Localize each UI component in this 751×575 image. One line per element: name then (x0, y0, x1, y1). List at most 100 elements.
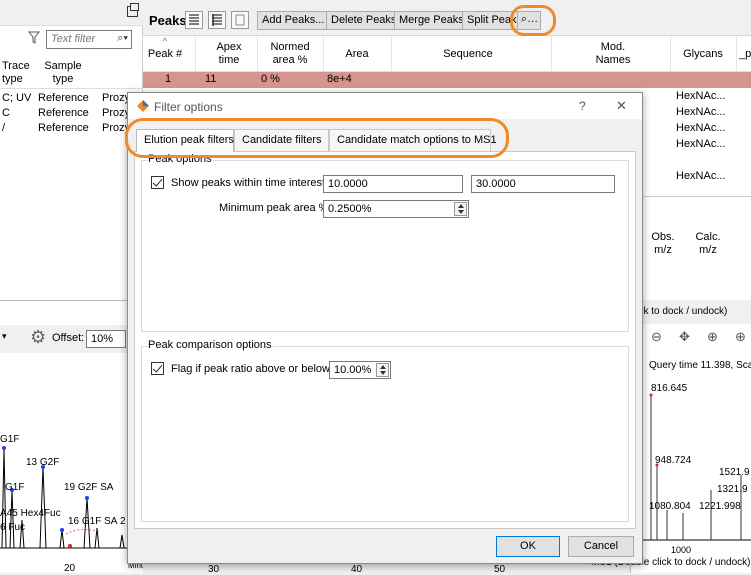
chart-toolbar: ▾ ⚙ Offset: 10% (0, 325, 143, 353)
spectrum-peak-label: 1080.804 (649, 501, 691, 512)
col-apex-time[interactable]: Apex time (205, 41, 253, 67)
col-trace-type[interactable]: Trace type (2, 60, 30, 86)
pan-icon[interactable]: ✥ (679, 329, 690, 345)
col-calc-mz[interactable]: Calc. m/z (688, 231, 728, 257)
axis-tick: 20 (64, 563, 76, 573)
flag-ratio-spinbox[interactable]: 10.00% (329, 361, 391, 379)
spin-arrows-icon[interactable] (376, 363, 389, 377)
trace-panel-bar (0, 0, 143, 26)
add-peaks-button[interactable]: Add Peaks... (257, 11, 330, 30)
peak-annotation: 2 (120, 516, 126, 527)
spectrum-plot: 816.645 948.724 1521.9 1321.9 1080.804 1… (631, 383, 751, 555)
export-icon[interactable] (231, 11, 249, 29)
peaks-toolbar: Peaks Add Peaks... Delete Peaks Merge Pe… (143, 0, 751, 36)
peak-annotation: A45 Hex4Fuc (0, 508, 61, 519)
flag-ratio-value: 10.00% (334, 364, 372, 376)
axis-tick: 40 (351, 564, 363, 575)
glycan-cell: HexNAc... (676, 90, 726, 102)
dialog-title: Filter options (154, 100, 223, 114)
time-from-input[interactable]: 10.0000 (323, 175, 463, 193)
text-filter-placeholder: Text filter (51, 33, 96, 45)
axis-tick: 50 (494, 564, 506, 575)
trace-panel: Text filter ⌕▾ Trace type Sample type C;… (0, 0, 143, 300)
search-icon[interactable]: ⌕▾ (117, 32, 128, 45)
highlight-filter-button (510, 5, 556, 36)
funnel-icon[interactable] (28, 31, 40, 45)
col-sample-type[interactable]: Sample type (38, 60, 88, 86)
highlight-tabs (125, 118, 509, 158)
flag-ratio-label: Flag if peak ratio above or below: (171, 363, 334, 375)
trace-row-2-extra: Prozy (102, 107, 131, 119)
spectrum-peak-label: 1521.9 (719, 467, 750, 478)
peaks-title: Peaks (149, 13, 187, 28)
cancel-button[interactable]: Cancel (568, 536, 634, 557)
show-peaks-checkbox[interactable] (151, 176, 164, 189)
peak-row-1-peak: 1 (165, 73, 172, 85)
dropdown-arrow-icon[interactable]: ▾ (2, 331, 7, 342)
peak-comparison-title: Peak comparison options (147, 339, 273, 351)
col-glycans[interactable]: Glycans (673, 48, 733, 61)
col-peak-num[interactable]: Peak # (143, 48, 187, 61)
delete-peaks-button[interactable]: Delete Peaks (326, 11, 402, 30)
peak-row-1-area: 8e+4 (327, 73, 352, 85)
dialog-titlebar[interactable]: Filter options ? ✕ (128, 93, 642, 119)
spectrum-panel: lick to dock / undock) ⊖ ✥ ⊕ ⊕ Query tim… (591, 300, 751, 573)
glycan-cell: HexNAc... (676, 138, 726, 150)
float-window-icon[interactable] (127, 3, 139, 17)
spectrum-axis-tick: 1000 (671, 545, 691, 555)
peaks-table-header: ^ Peak # Apex time Normed area % Area Sequ… (143, 36, 751, 72)
peak-annotation: G1F (0, 434, 19, 445)
close-icon[interactable]: ✕ (616, 98, 627, 114)
flag-ratio-checkbox[interactable] (151, 362, 164, 375)
spectrum-toolbar: ⊖ ✥ ⊕ ⊕ (631, 326, 751, 348)
zoom-fit-icon[interactable]: ⊕ (735, 329, 746, 345)
sort-ascending-icon[interactable] (185, 11, 203, 29)
col-sequence[interactable]: Sequence (398, 48, 538, 61)
col-extra[interactable]: _p (739, 48, 751, 61)
peak-annotation: 19 G2F SA (64, 482, 114, 493)
help-button[interactable]: ? (579, 99, 586, 113)
col-normed-area[interactable]: Normed area % (261, 41, 319, 67)
glycan-cell: HexNAc... (676, 106, 726, 118)
peak-row-1-normed: 0 % (261, 73, 280, 85)
app-logo-icon (137, 100, 149, 112)
sort-descending-icon[interactable] (208, 11, 226, 29)
ok-button[interactable]: OK (496, 536, 560, 557)
peak-annotation: 13 G2F (26, 457, 59, 468)
peak-row-1-apex: 11 (205, 73, 217, 85)
spin-arrows-icon[interactable] (454, 202, 467, 216)
col-mod-names[interactable]: Mod. Names (563, 41, 663, 67)
zoom-out-icon[interactable]: ⊖ (651, 329, 662, 345)
peak-annotation: 16 G1F SA (68, 516, 118, 527)
offset-input[interactable]: 10% (86, 330, 126, 348)
trace-row-2-trace: C (2, 107, 10, 119)
time-to-input[interactable]: 30.0000 (471, 175, 615, 193)
trace-row-1-trace: C; UV (2, 92, 32, 104)
dock-hint[interactable]: lick to dock / undock) (631, 300, 751, 324)
peak-row-selected[interactable] (143, 72, 751, 88)
glycan-cell: HexNAc... (676, 122, 726, 134)
gear-icon[interactable]: ⚙ (30, 327, 46, 348)
text-filter-input[interactable]: Text filter ⌕▾ (46, 30, 132, 49)
spectrum-peak-label: 1321.9 (717, 484, 748, 495)
query-text: Query time 11.398, Scan (649, 360, 751, 371)
col-obs-mz[interactable]: Obs. m/z (643, 231, 683, 257)
trace-row-1-extra: Prozy (102, 92, 131, 104)
peak-annotation: 6 Fuc (0, 522, 25, 533)
glycan-cell: HexNAc... (676, 170, 726, 182)
trace-row-2-sample: Reference (38, 107, 89, 119)
peak-annotation: G1F (5, 482, 24, 493)
trace-row-1-sample: Reference (38, 92, 89, 104)
offset-label: Offset: (52, 332, 85, 344)
axis-tick: 30 (208, 564, 220, 575)
col-area[interactable]: Area (327, 48, 387, 61)
merge-peaks-button[interactable]: Merge Peaks (394, 11, 469, 30)
zoom-in-icon[interactable]: ⊕ (707, 329, 718, 345)
trace-row-3-sample: Reference (38, 122, 89, 134)
min-area-label: Minimum peak area %: (219, 202, 332, 214)
chromatogram-plot: G1F 13 G2F G1F 19 G2F SA A45 Hex4Fuc 16 … (0, 434, 143, 573)
trace-row-3-trace: / (2, 122, 6, 134)
elution-peak-filters-pane: Peak options Show peaks within time inte… (134, 151, 636, 529)
min-area-spinbox[interactable]: 0.2500% (323, 200, 469, 218)
show-peaks-label: Show peaks within time interest: (171, 177, 329, 189)
